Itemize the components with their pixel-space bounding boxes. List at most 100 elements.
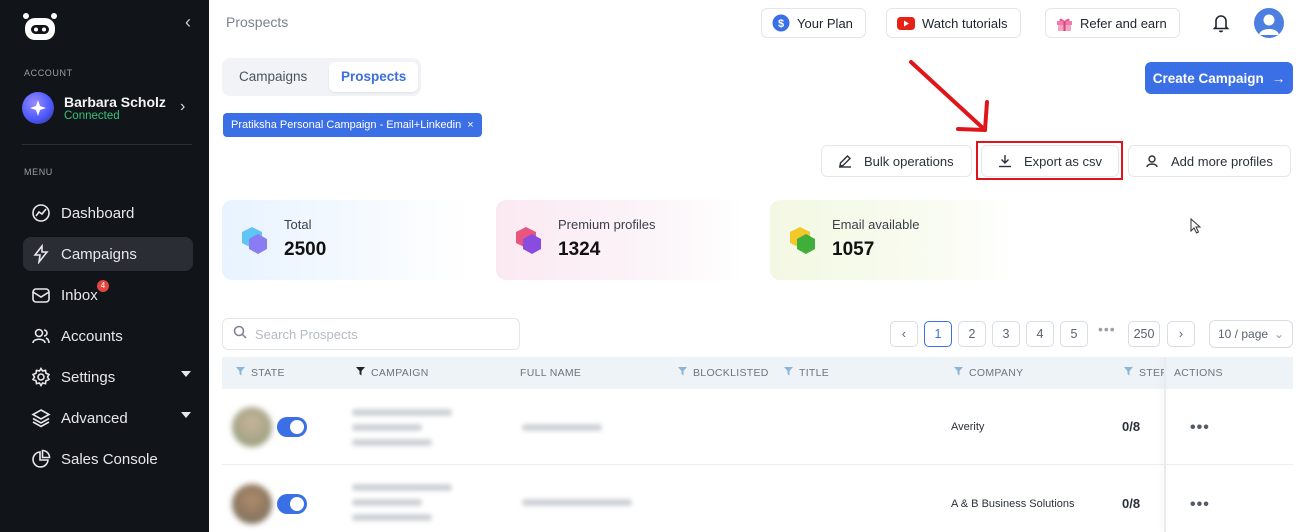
sidebar-item-label: Dashboard <box>61 204 135 222</box>
column-label: STEP <box>1139 367 1164 379</box>
filter-icon[interactable] <box>1124 357 1133 389</box>
stat-card-total: Total 2500 <box>222 200 470 280</box>
column-title[interactable]: TITLE <box>784 357 829 389</box>
column-blocklisted[interactable]: BLOCKLISTED <box>678 357 769 389</box>
stat-value: 2500 <box>284 239 327 260</box>
search-icon <box>233 325 247 344</box>
user-avatar[interactable] <box>1254 8 1284 38</box>
watch-tutorials-button[interactable]: Watch tutorials <box>886 8 1021 38</box>
inbox-icon <box>31 285 51 305</box>
chevron-down-icon: ⌄ <box>1274 327 1285 341</box>
page-button[interactable]: 2 <box>958 321 986 347</box>
full-name-blurred <box>522 424 602 431</box>
company-cell: A & B Business Solutions <box>951 498 1075 510</box>
filter-icon[interactable] <box>784 357 793 389</box>
sidebar-item-dashboard[interactable]: Dashboard <box>23 196 193 230</box>
search-box <box>222 318 520 350</box>
page-title: Prospects <box>226 14 289 30</box>
more-actions-icon[interactable]: ••• <box>1190 496 1210 514</box>
column-step[interactable]: STEP <box>1124 357 1164 389</box>
create-campaign-button[interactable]: Create Campaign → <box>1145 62 1293 94</box>
sidebar-item-advanced[interactable]: Advanced <box>23 401 193 435</box>
inbox-badge: 4 <box>97 280 109 292</box>
full-name-blurred <box>522 499 632 506</box>
bulk-operations-label: Bulk operations <box>864 153 954 169</box>
page-button[interactable]: 4 <box>1026 321 1054 347</box>
bulk-operations-button[interactable]: Bulk operations <box>821 145 972 177</box>
gear-icon <box>31 367 51 387</box>
column-actions: ACTIONS <box>1174 357 1223 389</box>
column-label: ACTIONS <box>1174 367 1223 379</box>
dollar-icon: $ <box>772 14 790 32</box>
campaign-blurred <box>352 439 432 446</box>
page-button[interactable]: 1 <box>924 321 952 347</box>
page-button[interactable]: 3 <box>992 321 1020 347</box>
state-toggle[interactable] <box>277 494 307 514</box>
page-button[interactable]: 5 <box>1060 321 1088 347</box>
prospect-avatar <box>232 484 272 524</box>
column-campaign[interactable]: CAMPAIGN <box>356 357 429 389</box>
account-switcher[interactable]: Barbara Scholz Connected › <box>22 90 197 128</box>
prospect-avatar <box>232 407 272 447</box>
prev-page-button[interactable]: ‹ <box>890 321 918 347</box>
campaign-blurred <box>352 484 452 491</box>
accounts-icon <box>31 326 51 346</box>
sidebar-divider <box>22 144 192 145</box>
last-page-button[interactable]: 250 <box>1128 321 1160 347</box>
campaign-filter-chip[interactable]: Pratiksha Personal Campaign - Email+Link… <box>223 113 482 137</box>
next-page-button[interactable]: › <box>1167 321 1195 347</box>
state-toggle[interactable] <box>277 417 307 437</box>
column-label: FULL NAME <box>520 367 582 379</box>
annotation-arrow-icon <box>909 60 989 132</box>
search-input[interactable] <box>255 326 495 342</box>
sidebar-item-campaigns[interactable]: Campaigns <box>23 237 193 271</box>
stat-label: Email available <box>832 217 920 232</box>
collapse-sidebar-icon[interactable]: ‹ <box>185 12 191 33</box>
tab-campaigns[interactable]: Campaigns <box>227 62 319 92</box>
bell-icon[interactable] <box>1207 9 1235 37</box>
filter-icon[interactable] <box>236 357 245 389</box>
sidebar-item-label: Settings <box>61 368 116 386</box>
refer-and-earn-button[interactable]: Refer and earn <box>1045 8 1180 38</box>
stat-value: 1057 <box>832 239 875 260</box>
table-header: STATE CAMPAIGN FULL NAME BLOCKLISTED TIT… <box>222 357 1293 389</box>
more-actions-icon[interactable]: ••• <box>1190 419 1210 437</box>
filter-icon[interactable] <box>954 357 963 389</box>
column-label: BLOCKLISTED <box>693 367 769 379</box>
column-label: CAMPAIGN <box>371 367 429 379</box>
chevron-right-icon: › <box>180 98 186 115</box>
campaign-blurred <box>352 499 422 506</box>
stat-label: Premium profiles <box>558 217 656 232</box>
close-icon[interactable]: × <box>467 119 473 131</box>
pagination-ellipsis[interactable]: ••• <box>1098 321 1116 337</box>
sidebar-item-inbox[interactable]: Inbox 4 <box>23 278 193 312</box>
app-logo[interactable] <box>22 12 58 42</box>
caret-down-icon <box>181 412 191 418</box>
table-row[interactable]: A & B Business Solutions 0/8 ••• <box>222 466 1293 532</box>
user-icon <box>1145 154 1159 168</box>
your-plan-button[interactable]: $ Your Plan <box>761 8 866 38</box>
filter-icon[interactable] <box>356 357 365 389</box>
column-company[interactable]: COMPANY <box>954 357 1023 389</box>
create-campaign-label: Create Campaign <box>1152 70 1264 86</box>
step-cell: 0/8 <box>1122 496 1141 511</box>
sidebar-item-label: Sales Console <box>61 450 158 468</box>
watch-tutorials-label: Watch tutorials <box>922 15 1008 31</box>
campaigns-icon <box>31 244 51 264</box>
page-size-select[interactable]: 10 / page ⌄ <box>1209 320 1293 348</box>
sidebar-item-settings[interactable]: Settings <box>23 360 193 394</box>
sidebar-item-label: Accounts <box>61 327 123 345</box>
filter-icon[interactable] <box>678 357 687 389</box>
tab-prospects[interactable]: Prospects <box>329 62 419 92</box>
stat-value: 1324 <box>558 239 601 260</box>
export-highlight-box <box>976 141 1123 180</box>
account-status: Connected <box>64 110 120 122</box>
sidebar-item-sales-console[interactable]: Sales Console <box>23 442 193 476</box>
table-row[interactable]: Averity 0/8 ••• <box>222 389 1293 465</box>
column-state[interactable]: STATE <box>236 357 285 389</box>
sidebar-item-accounts[interactable]: Accounts <box>23 319 193 353</box>
column-full-name[interactable]: FULL NAME <box>520 357 581 389</box>
add-more-profiles-button[interactable]: Add more profiles <box>1128 145 1291 177</box>
cube-stack-icon <box>510 222 546 263</box>
sidebar-item-label: Campaigns <box>61 245 137 263</box>
